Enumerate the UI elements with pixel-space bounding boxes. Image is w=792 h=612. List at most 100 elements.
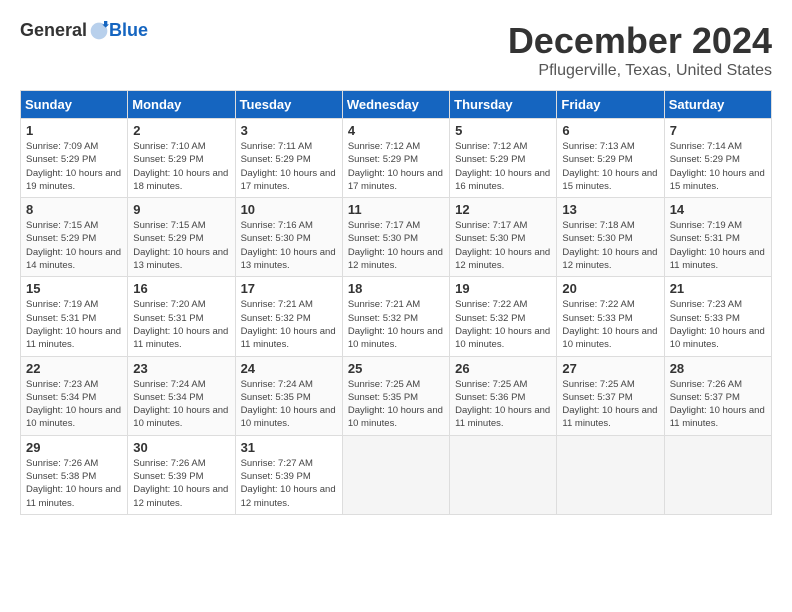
- day-info: Sunrise: 7:24 AMSunset: 5:35 PMDaylight:…: [241, 378, 337, 431]
- day-info: Sunrise: 7:25 AMSunset: 5:37 PMDaylight:…: [562, 378, 658, 431]
- calendar-week-3: 15 Sunrise: 7:19 AMSunset: 5:31 PMDayligh…: [21, 277, 772, 356]
- day-number: 20: [562, 281, 658, 296]
- day-number: 18: [348, 281, 444, 296]
- title-section: December 2024 Pflugerville, Texas, Unite…: [508, 20, 772, 80]
- calendar-cell: 27 Sunrise: 7:25 AMSunset: 5:37 PMDayligh…: [557, 356, 664, 435]
- day-number: 2: [133, 123, 229, 138]
- calendar-cell: 15 Sunrise: 7:19 AMSunset: 5:31 PMDayligh…: [21, 277, 128, 356]
- day-number: 7: [670, 123, 766, 138]
- page-header: General Blue December 2024 Pflugerville,…: [20, 20, 772, 80]
- calendar-cell: 5 Sunrise: 7:12 AMSunset: 5:29 PMDaylight…: [450, 119, 557, 198]
- day-number: 22: [26, 361, 122, 376]
- day-info: Sunrise: 7:13 AMSunset: 5:29 PMDaylight:…: [562, 140, 658, 193]
- calendar-cell: 3 Sunrise: 7:11 AMSunset: 5:29 PMDaylight…: [235, 119, 342, 198]
- day-number: 23: [133, 361, 229, 376]
- calendar-cell: 24 Sunrise: 7:24 AMSunset: 5:35 PMDayligh…: [235, 356, 342, 435]
- day-number: 13: [562, 202, 658, 217]
- day-info: Sunrise: 7:18 AMSunset: 5:30 PMDaylight:…: [562, 219, 658, 272]
- day-number: 6: [562, 123, 658, 138]
- calendar-cell: 26 Sunrise: 7:25 AMSunset: 5:36 PMDayligh…: [450, 356, 557, 435]
- day-number: 30: [133, 440, 229, 455]
- calendar-week-4: 22Sunrise: 7:23 AMSunset: 5:34 PMDayligh…: [21, 356, 772, 435]
- logo-general-text: General: [20, 20, 87, 41]
- day-number: 10: [241, 202, 337, 217]
- day-info: Sunrise: 7:21 AMSunset: 5:32 PMDaylight:…: [348, 298, 444, 351]
- day-info: Sunrise: 7:15 AMSunset: 5:29 PMDaylight:…: [133, 219, 229, 272]
- day-number: 25: [348, 361, 444, 376]
- logo-icon: [89, 21, 109, 41]
- day-info: Sunrise: 7:12 AMSunset: 5:29 PMDaylight:…: [455, 140, 551, 193]
- day-info: Sunrise: 7:22 AMSunset: 5:32 PMDaylight:…: [455, 298, 551, 351]
- day-info: Sunrise: 7:27 AMSunset: 5:39 PMDaylight:…: [241, 457, 337, 510]
- day-info: Sunrise: 7:14 AMSunset: 5:29 PMDaylight:…: [670, 140, 766, 193]
- day-number: 1: [26, 123, 122, 138]
- calendar-cell: 10 Sunrise: 7:16 AMSunset: 5:30 PMDayligh…: [235, 198, 342, 277]
- calendar-cell: [342, 435, 449, 514]
- logo: General Blue: [20, 20, 148, 41]
- day-info: Sunrise: 7:26 AMSunset: 5:38 PMDaylight:…: [26, 457, 122, 510]
- calendar-cell: 16 Sunrise: 7:20 AMSunset: 5:31 PMDayligh…: [128, 277, 235, 356]
- calendar-cell: [450, 435, 557, 514]
- calendar-week-5: 29 Sunrise: 7:26 AMSunset: 5:38 PMDayligh…: [21, 435, 772, 514]
- day-info: Sunrise: 7:16 AMSunset: 5:30 PMDaylight:…: [241, 219, 337, 272]
- day-info: Sunrise: 7:20 AMSunset: 5:31 PMDaylight:…: [133, 298, 229, 351]
- day-number: 9: [133, 202, 229, 217]
- location-text: Pflugerville, Texas, United States: [508, 62, 772, 80]
- day-info: Sunrise: 7:11 AMSunset: 5:29 PMDaylight:…: [241, 140, 337, 193]
- calendar-header-row: SundayMondayTuesdayWednesdayThursdayFrid…: [21, 91, 772, 119]
- calendar-header-tuesday: Tuesday: [235, 91, 342, 119]
- day-info: Sunrise: 7:26 AMSunset: 5:37 PMDaylight:…: [670, 378, 766, 431]
- calendar-week-1: 1Sunrise: 7:09 AMSunset: 5:29 PMDaylight…: [21, 119, 772, 198]
- day-number: 4: [348, 123, 444, 138]
- day-info: Sunrise: 7:10 AMSunset: 5:29 PMDaylight:…: [133, 140, 229, 193]
- calendar-cell: [557, 435, 664, 514]
- day-number: 11: [348, 202, 444, 217]
- day-info: Sunrise: 7:19 AMSunset: 5:31 PMDaylight:…: [670, 219, 766, 272]
- day-number: 31: [241, 440, 337, 455]
- day-info: Sunrise: 7:24 AMSunset: 5:34 PMDaylight:…: [133, 378, 229, 431]
- day-info: Sunrise: 7:26 AMSunset: 5:39 PMDaylight:…: [133, 457, 229, 510]
- calendar-cell: 4Sunrise: 7:12 AMSunset: 5:29 PMDaylight…: [342, 119, 449, 198]
- calendar-cell: 7 Sunrise: 7:14 AMSunset: 5:29 PMDaylight…: [664, 119, 771, 198]
- day-info: Sunrise: 7:23 AMSunset: 5:33 PMDaylight:…: [670, 298, 766, 351]
- day-number: 24: [241, 361, 337, 376]
- day-number: 17: [241, 281, 337, 296]
- calendar-cell: 8Sunrise: 7:15 AMSunset: 5:29 PMDaylight…: [21, 198, 128, 277]
- day-number: 3: [241, 123, 337, 138]
- calendar-cell: 23 Sunrise: 7:24 AMSunset: 5:34 PMDayligh…: [128, 356, 235, 435]
- logo-blue-text: Blue: [109, 20, 148, 41]
- calendar-cell: 6 Sunrise: 7:13 AMSunset: 5:29 PMDaylight…: [557, 119, 664, 198]
- calendar-cell: 20 Sunrise: 7:22 AMSunset: 5:33 PMDayligh…: [557, 277, 664, 356]
- day-number: 14: [670, 202, 766, 217]
- day-info: Sunrise: 7:19 AMSunset: 5:31 PMDaylight:…: [26, 298, 122, 351]
- day-number: 27: [562, 361, 658, 376]
- day-number: 16: [133, 281, 229, 296]
- calendar-cell: 28Sunrise: 7:26 AMSunset: 5:37 PMDayligh…: [664, 356, 771, 435]
- day-info: Sunrise: 7:17 AMSunset: 5:30 PMDaylight:…: [455, 219, 551, 272]
- day-number: 15: [26, 281, 122, 296]
- calendar-cell: 22Sunrise: 7:23 AMSunset: 5:34 PMDayligh…: [21, 356, 128, 435]
- calendar-cell: 25 Sunrise: 7:25 AMSunset: 5:35 PMDayligh…: [342, 356, 449, 435]
- calendar-header-wednesday: Wednesday: [342, 91, 449, 119]
- calendar-header-monday: Monday: [128, 91, 235, 119]
- day-number: 5: [455, 123, 551, 138]
- day-info: Sunrise: 7:15 AMSunset: 5:29 PMDaylight:…: [26, 219, 122, 272]
- day-number: 29: [26, 440, 122, 455]
- day-info: Sunrise: 7:25 AMSunset: 5:35 PMDaylight:…: [348, 378, 444, 431]
- calendar-cell: 18 Sunrise: 7:21 AMSunset: 5:32 PMDayligh…: [342, 277, 449, 356]
- day-info: Sunrise: 7:17 AMSunset: 5:30 PMDaylight:…: [348, 219, 444, 272]
- calendar-cell: 13 Sunrise: 7:18 AMSunset: 5:30 PMDayligh…: [557, 198, 664, 277]
- calendar-week-2: 8Sunrise: 7:15 AMSunset: 5:29 PMDaylight…: [21, 198, 772, 277]
- calendar-header-sunday: Sunday: [21, 91, 128, 119]
- calendar-cell: 2 Sunrise: 7:10 AMSunset: 5:29 PMDaylight…: [128, 119, 235, 198]
- calendar-cell: [664, 435, 771, 514]
- day-number: 26: [455, 361, 551, 376]
- calendar-cell: 19 Sunrise: 7:22 AMSunset: 5:32 PMDayligh…: [450, 277, 557, 356]
- day-info: Sunrise: 7:21 AMSunset: 5:32 PMDaylight:…: [241, 298, 337, 351]
- day-info: Sunrise: 7:22 AMSunset: 5:33 PMDaylight:…: [562, 298, 658, 351]
- day-number: 21: [670, 281, 766, 296]
- calendar-header-saturday: Saturday: [664, 91, 771, 119]
- day-number: 19: [455, 281, 551, 296]
- day-info: Sunrise: 7:25 AMSunset: 5:36 PMDaylight:…: [455, 378, 551, 431]
- calendar-header-thursday: Thursday: [450, 91, 557, 119]
